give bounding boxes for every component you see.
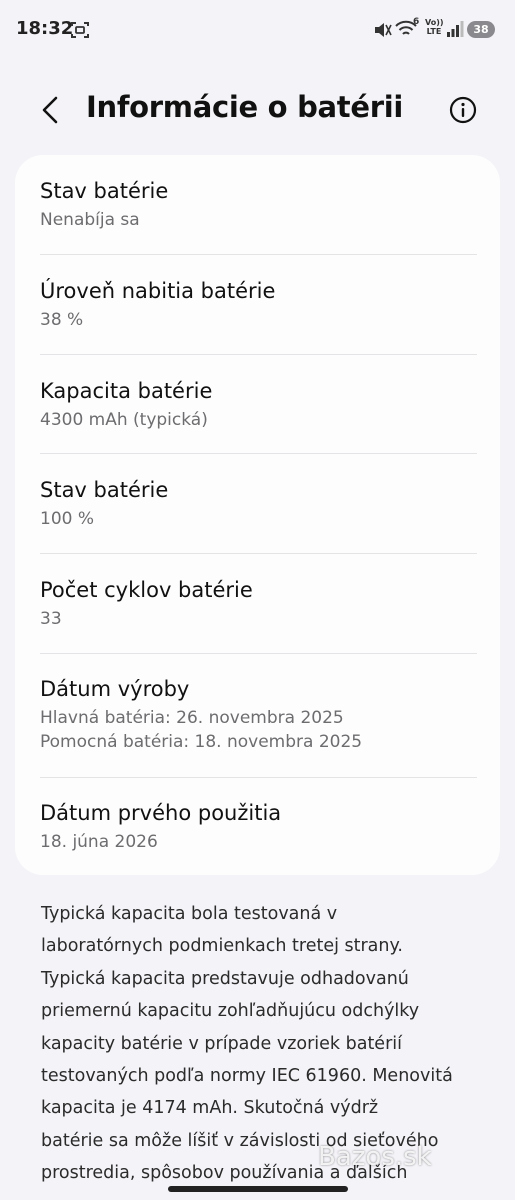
watermark: Bazos.sk bbox=[318, 1142, 432, 1172]
item-value: 38 % bbox=[40, 310, 84, 330]
item-charge-level[interactable]: Úroveň nabitia batérie 38 % bbox=[40, 277, 477, 332]
divider bbox=[40, 553, 477, 554]
item-value-main-battery: Hlavná batéria: 26. novembra 2025 bbox=[40, 708, 344, 728]
item-title: Stav batérie bbox=[40, 478, 169, 502]
battery-level: 38 bbox=[473, 23, 489, 36]
item-value: 18. júna 2026 bbox=[40, 832, 158, 852]
battery-icon: 38 bbox=[467, 21, 495, 38]
divider bbox=[40, 777, 477, 778]
description-line: priemernú kapacitu zohľadňujúcu odchýlky bbox=[41, 1001, 420, 1022]
description-line: Typická kapacita predstavuje odhadovanú bbox=[41, 968, 409, 989]
home-indicator[interactable] bbox=[168, 1186, 348, 1192]
status-time: 18:32 bbox=[16, 18, 74, 39]
item-battery-capacity[interactable]: Kapacita batérie 4300 mAh (typická) bbox=[40, 377, 477, 432]
screenshot-icon bbox=[71, 22, 89, 38]
item-title: Stav batérie bbox=[40, 179, 169, 203]
volte-bottom-label: LTE bbox=[426, 27, 442, 36]
divider bbox=[40, 453, 477, 454]
divider bbox=[40, 653, 477, 654]
description-line: kapacita je 4174 mAh. Skutočná výdrž bbox=[41, 1098, 379, 1119]
status-bar: 18:32 6 Vo)) LTE 38 bbox=[0, 0, 515, 60]
mute-icon bbox=[375, 23, 392, 37]
item-cycle-count[interactable]: Počet cyklov batérie 33 bbox=[40, 576, 477, 631]
top-app-bar: Informácie o batérii bbox=[0, 78, 515, 142]
item-battery-status[interactable]: Stav batérie Nenabíja sa bbox=[40, 177, 477, 232]
watermark-text: Bazos.sk bbox=[318, 1142, 432, 1172]
item-title: Kapacita batérie bbox=[40, 379, 213, 403]
item-value-aux-battery: Pomocná batéria: 18. novembra 2025 bbox=[40, 732, 363, 752]
item-title: Dátum prvého použitia bbox=[40, 801, 282, 825]
battery-info-card: Stav batérie Nenabíja sa Úroveň nabitia … bbox=[15, 155, 500, 875]
signal-icon bbox=[447, 21, 464, 37]
info-icon[interactable] bbox=[448, 95, 478, 125]
back-arrow-icon[interactable] bbox=[36, 92, 66, 128]
item-battery-health[interactable]: Stav batérie 100 % bbox=[40, 476, 477, 531]
item-title: Počet cyklov batérie bbox=[40, 578, 253, 602]
wifi-badge: 6 bbox=[413, 17, 420, 27]
description-line: laboratórnych podmienkach tretej strany. bbox=[41, 936, 403, 957]
item-value: 100 % bbox=[40, 509, 95, 529]
volte-icon: Vo)) LTE bbox=[425, 18, 444, 36]
description-line: testovaných podľa normy IEC 61960. Menov… bbox=[41, 1066, 453, 1087]
item-value: Nenabíja sa bbox=[40, 210, 140, 230]
divider bbox=[40, 254, 477, 255]
description-line: kapacity batérie v prípade vzoriek batér… bbox=[41, 1033, 402, 1054]
description-line: Typická kapacita bola testovaná v bbox=[41, 904, 338, 924]
item-value: 33 bbox=[40, 609, 62, 629]
item-title: Úroveň nabitia batérie bbox=[40, 279, 276, 303]
item-title: Dátum výroby bbox=[40, 677, 190, 701]
volte-top-label: Vo)) bbox=[425, 18, 444, 27]
divider bbox=[40, 354, 477, 355]
item-first-use-date[interactable]: Dátum prvého použitia 18. júna 2026 bbox=[40, 799, 477, 854]
item-value: 4300 mAh (typická) bbox=[40, 410, 208, 430]
page-title: Informácie o batérii bbox=[86, 90, 404, 124]
item-manufacture-date[interactable]: Dátum výroby Hlavná batéria: 26. novembr… bbox=[40, 675, 477, 754]
